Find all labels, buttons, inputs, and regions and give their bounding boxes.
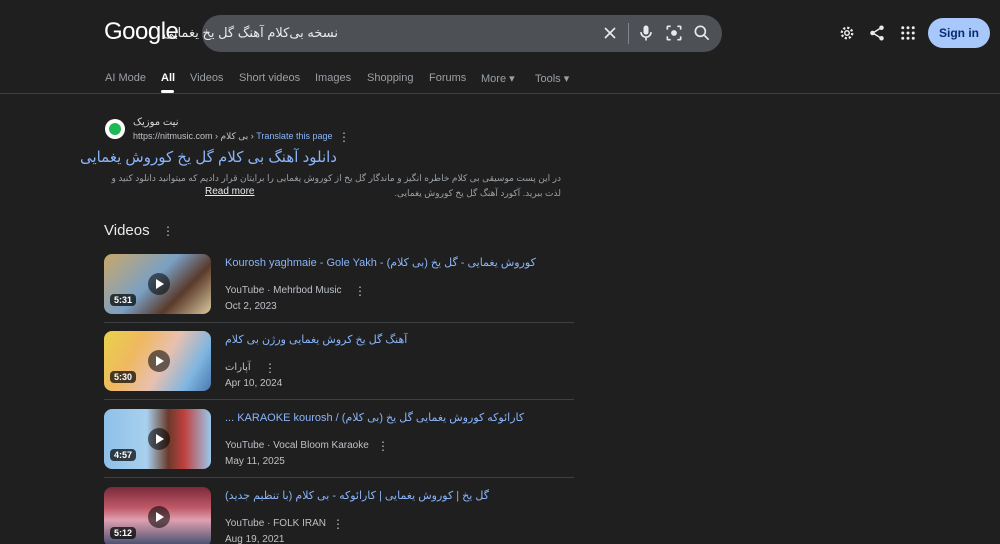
video-source: YouTube · FOLK IRAN [225,518,326,529]
header-divider [0,93,1000,94]
result-title-link[interactable]: دانلود آهنگ بی کلام گل یخ کوروش یغمایی [80,148,337,166]
site-url: https://nitmusic.com › بی کلام › Transla… [133,131,332,142]
video-title[interactable]: آهنگ گل یخ کروش یغمایی ورژن بی کلام [225,333,555,346]
video-item[interactable]: 5:30 آهنگ گل یخ کروش یغمایی ورژن بی کلام… [104,331,574,401]
tab-images[interactable]: Images [315,72,351,84]
site-url-text: https://nitmusic.com › بی کلام › [133,131,257,141]
search-icon[interactable] [692,23,712,43]
play-icon [148,506,170,528]
video-thumbnail[interactable]: 5:31 [104,254,211,314]
tab-all[interactable]: All [161,72,175,84]
video-date: Oct 2, 2023 [225,301,277,312]
search-input[interactable]: نسخه بی‌کلام آهنگ گل یخ یغمایی [163,25,338,41]
video-source: YouTube · Vocal Bloom Karaoke [225,440,369,451]
video-thumbnail[interactable]: 4:57 [104,409,211,469]
tab-ai-mode[interactable]: AI Mode [105,72,146,84]
share-icon[interactable] [868,24,886,42]
microphone-icon[interactable] [636,23,656,43]
tab-more[interactable]: More ▾ [481,72,515,85]
result-snippet: در این پست موسیقی بی کلام خاطره انگیز و … [111,173,561,198]
video-divider [104,322,574,323]
settings-gear-icon[interactable] [838,24,856,42]
tab-shopping[interactable]: Shopping [367,72,414,84]
video-duration: 4:57 [110,449,137,461]
video-title[interactable]: (با تنظیم جدید) گل یخ | کوروش یغمایی | ک… [225,489,555,502]
video-item[interactable]: 4:57 ... KARAOKE kourosh / (کارائوکه کور… [104,409,574,479]
videos-more-icon[interactable]: ⋮ [162,224,174,238]
site-name[interactable]: نیت موزیک [133,117,178,128]
clear-icon[interactable] [600,23,620,43]
video-thumbnail[interactable]: 5:12 [104,487,211,544]
video-item[interactable]: 5:31 Kourosh yaghmaie - Gole Yakh - (کور… [104,254,574,324]
video-more-icon[interactable]: ⋮ [332,517,344,531]
tab-tools[interactable]: Tools ▾ [535,72,569,85]
videos-heading: Videos [104,222,150,239]
video-more-icon[interactable]: ⋮ [264,361,276,375]
tab-videos[interactable]: Videos [190,72,223,84]
read-more-link[interactable]: Read more [205,186,254,197]
video-date: Apr 10, 2024 [225,378,283,389]
lens-icon[interactable] [664,23,684,43]
video-source: YouTube · Mehrbod Music [225,285,342,296]
play-icon [148,350,170,372]
search-box[interactable]: نسخه بی‌کلام آهنگ گل یخ یغمایی [163,15,722,52]
video-title[interactable]: ... KARAOKE kourosh / (کارائوکه کوروش یغ… [225,411,555,424]
tab-short-videos[interactable]: Short videos [239,72,300,84]
video-more-icon[interactable]: ⋮ [377,439,389,453]
play-icon [148,273,170,295]
video-title[interactable]: Kourosh yaghmaie - Gole Yakh - (کوروش یغ… [225,256,555,269]
video-thumbnail[interactable]: 5:30 [104,331,211,391]
tab-forums[interactable]: Forums [429,72,466,84]
search-separator [628,23,629,44]
video-duration: 5:31 [110,294,137,306]
video-source: آپارات [225,362,251,373]
sign-in-button[interactable]: Sign in [928,18,990,48]
translate-link[interactable]: Translate this page [256,131,332,141]
play-icon [148,428,170,450]
result-more-icon[interactable]: ⋮ [338,130,350,144]
video-item[interactable]: 5:12 (با تنظیم جدید) گل یخ | کوروش یغمای… [104,487,574,544]
site-favicon-mark [109,123,121,135]
video-divider [104,477,574,478]
video-date: Aug 19, 2021 [225,534,285,544]
video-date: May 11, 2025 [225,456,285,467]
video-divider [104,399,574,400]
video-more-icon[interactable]: ⋮ [354,284,366,298]
video-duration: 5:30 [110,371,137,383]
video-duration: 5:12 [110,527,137,539]
apps-grid-icon[interactable] [899,24,917,42]
